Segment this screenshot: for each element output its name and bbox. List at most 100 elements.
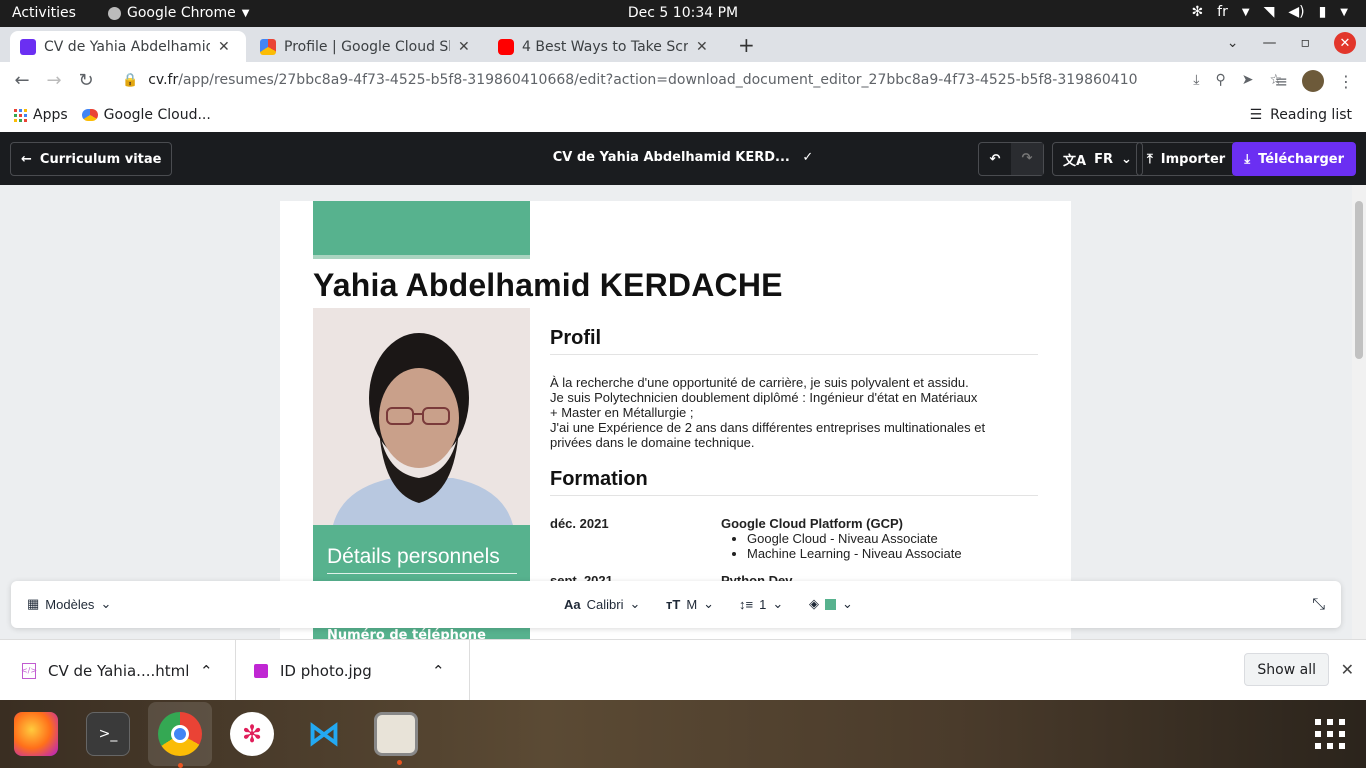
activities-button[interactable]: Activities [12, 5, 76, 21]
send-icon[interactable]: ➤ [1242, 72, 1254, 88]
download-item[interactable]: ID photo.jpg ⌃ [236, 640, 470, 701]
formation-title-item: Google Cloud Platform (GCP) [721, 516, 903, 531]
media-control-icon[interactable]: ≡ [1275, 72, 1288, 91]
back-label: Curriculum vitae [39, 151, 162, 167]
formation-items: Google Cloud - Niveau Associate Machine … [747, 531, 962, 561]
google-cloud-icon [81, 109, 98, 121]
redo-icon[interactable]: ↷ [1011, 143, 1043, 175]
system-top-bar: Activities Google Chrome ▼ Dec 5 10:34 P… [0, 0, 1366, 27]
paint-bucket-icon: ◈ [809, 596, 819, 611]
tab-search-icon[interactable]: ⌄ [1227, 35, 1239, 51]
chevron-up-icon[interactable]: ⌃ [200, 662, 213, 680]
tab-youtube[interactable]: 4 Best Ways to Take Scree ✕ [488, 31, 724, 62]
format-toolbar: ▦ Modèles ⌄ Aa Calibri ⌄ тT M ⌄ ↕≡ 1 ⌄ ◈… [11, 581, 1341, 628]
scrollbar-thumb[interactable] [1355, 201, 1363, 359]
download-icon: ⤓ [1244, 151, 1251, 167]
formation-title: Formation [550, 468, 1038, 496]
slack-icon[interactable]: ✻ [230, 712, 274, 756]
html-file-icon: </> [21, 662, 37, 679]
color-swatch [825, 598, 836, 610]
chevron-up-icon[interactable]: ⌃ [432, 662, 445, 680]
back-arrow-icon[interactable]: ← [6, 70, 38, 91]
close-tab-icon[interactable]: ✕ [458, 39, 470, 55]
new-tab-button[interactable]: + [738, 33, 755, 57]
show-apps-icon[interactable] [1308, 712, 1352, 756]
font-size-select[interactable]: тT M ⌄ [666, 596, 714, 612]
downloads-bar: </> CV de Yahia....html ⌃ ID photo.jpg ⌃… [0, 639, 1366, 701]
vscode-icon[interactable]: ⋈ [302, 712, 346, 756]
url-host: cv.fr [148, 72, 179, 88]
app-name: Google Chrome [127, 5, 236, 21]
menu-dots-icon[interactable]: ⋮ [1338, 72, 1354, 91]
download-item[interactable]: </> CV de Yahia....html ⌃ [0, 640, 236, 701]
apps-grid-icon [14, 108, 27, 122]
minimize-button[interactable]: — [1263, 35, 1277, 51]
chevron-down-icon: ⌄ [1120, 151, 1132, 167]
system-tray[interactable]: ✻ fr ▼ ◥ ◀) ▮ ▼ [1191, 4, 1348, 20]
text-size-icon: тT [666, 596, 681, 612]
undo-redo-group: ↶ ↷ [978, 142, 1044, 176]
layout-icon: ▦ [27, 596, 40, 611]
tab-title: CV de Yahia Abdelhamid K [44, 38, 210, 55]
font-icon: Aa [564, 596, 581, 612]
dock: >_ ✻ ⋈ [0, 700, 1366, 768]
show-all-button[interactable]: Show all [1244, 653, 1329, 686]
translate-icon: 文A [1063, 153, 1087, 169]
cv-favicon-icon [20, 38, 36, 55]
window-controls: ⌄ — ▫ ✕ [1227, 32, 1356, 54]
tab-title: Profile | Google Cloud Skil [284, 38, 450, 55]
profile-title: Profil [550, 327, 1038, 355]
reading-list-icon: ☰ [1249, 107, 1263, 123]
input-language[interactable]: fr [1217, 4, 1228, 20]
font-select[interactable]: Aa Calibri ⌄ [564, 596, 640, 612]
download-button[interactable]: ⤓ Télécharger [1232, 142, 1356, 176]
bookmark-apps[interactable]: Apps [14, 107, 68, 123]
address-bar[interactable]: 🔒 cv.fr/app/resumes/27bbc8a9-4f73-4525-b… [110, 65, 1292, 95]
reload-icon[interactable]: ↻ [70, 70, 102, 91]
app-menu[interactable]: Google Chrome ▼ [108, 5, 249, 21]
terminal-icon[interactable]: >_ [86, 712, 130, 756]
page-scrollbar[interactable] [1352, 185, 1366, 639]
upload-icon: ⤒ [1147, 151, 1153, 167]
forward-arrow-icon[interactable]: → [38, 70, 70, 91]
back-to-cv-button[interactable]: ← Curriculum vitae [10, 142, 173, 176]
exit-fullscreen-icon[interactable]: ⤡ [1312, 596, 1325, 614]
cv-page[interactable]: Yahia Abdelhamid KERDACHE Détails person… [280, 201, 1071, 639]
close-window-button[interactable]: ✕ [1334, 32, 1356, 54]
firefox-icon[interactable] [14, 712, 58, 756]
document-canvas: Yahia Abdelhamid KERDACHE Détails person… [0, 185, 1366, 639]
tab-profile[interactable]: Profile | Google Cloud Skil ✕ [250, 31, 486, 62]
profile-section[interactable]: Profil À la recherche d'une opportunité … [550, 327, 1038, 450]
chrome-icon[interactable] [148, 702, 212, 768]
zoom-icon[interactable]: ⚲ [1215, 72, 1225, 88]
wifi-icon: ◥ [1263, 4, 1275, 20]
install-icon[interactable]: ⤓ [1193, 72, 1199, 88]
caret-down-icon: ▼ [1340, 6, 1348, 18]
close-tab-icon[interactable]: ✕ [218, 39, 230, 55]
bookmark-google-cloud[interactable]: Google Cloud... [81, 107, 211, 123]
reading-list-button[interactable]: ☰ Reading list [1250, 107, 1352, 123]
templates-button[interactable]: ▦ Modèles ⌄ [27, 596, 111, 612]
color-select[interactable]: ◈ ⌄ [809, 596, 853, 612]
chevron-down-icon: ⌄ [100, 596, 112, 611]
maximize-button[interactable]: ▫ [1301, 35, 1311, 51]
profile-avatar[interactable] [1302, 70, 1324, 92]
bookmark-label: Apps [33, 107, 68, 123]
close-downloads-icon[interactable]: ✕ [1341, 660, 1354, 679]
language-select[interactable]: 文A FR ⌄ [1052, 142, 1143, 176]
undo-icon[interactable]: ↶ [979, 152, 1011, 167]
tab-cv[interactable]: CV de Yahia Abdelhamid K ✕ [10, 31, 246, 62]
bookmark-label: Google Cloud... [103, 107, 211, 123]
slack-tray-icon: ✻ [1191, 4, 1204, 20]
lock-icon[interactable]: 🔒 [122, 73, 138, 88]
line-spacing-select[interactable]: ↕≡ 1 ⌄ [739, 596, 783, 612]
chevron-down-icon: ⌄ [772, 596, 784, 611]
tab-title: 4 Best Ways to Take Scree [522, 38, 688, 55]
close-tab-icon[interactable]: ✕ [696, 39, 708, 55]
formation-entry[interactable]: déc. 2021 Google Cloud Platform (GCP) Go… [550, 516, 1038, 573]
cv-name: Yahia Abdelhamid KERDACHE [313, 267, 783, 303]
battery-icon: ▮ [1318, 4, 1327, 20]
personal-details-title: Détails personnels [327, 545, 500, 568]
import-button[interactable]: ⤒ Importer [1136, 142, 1237, 176]
files-icon[interactable] [374, 712, 418, 765]
